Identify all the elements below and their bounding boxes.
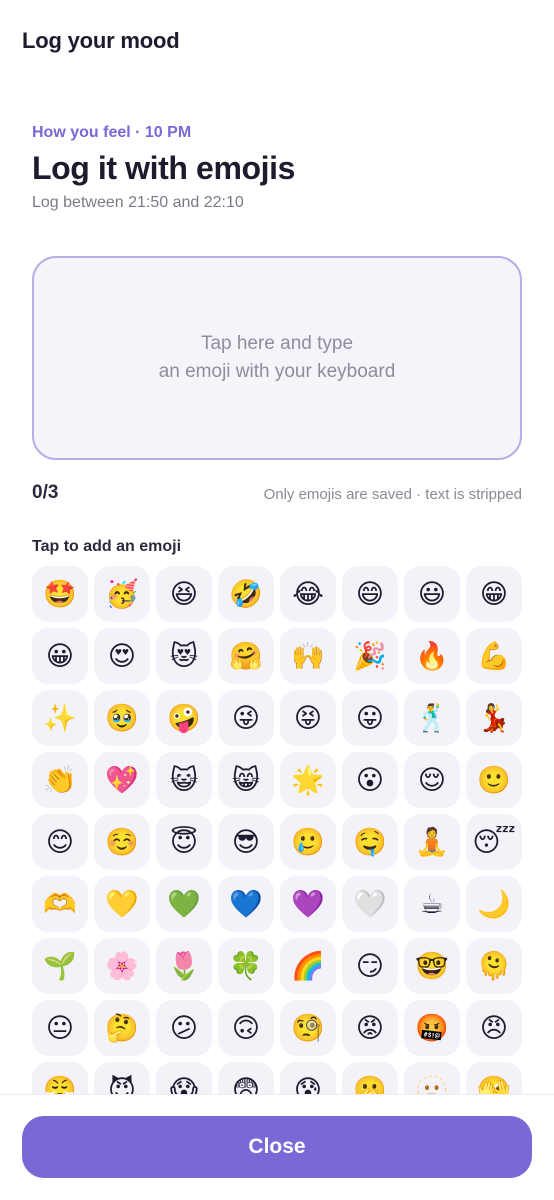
emoji-button[interactable]: 😝 (280, 690, 336, 746)
emoji-button[interactable]: 💜 (280, 876, 336, 932)
emoji-button[interactable]: 😍 (94, 628, 150, 684)
emoji-button[interactable]: 🧐 (280, 1000, 336, 1056)
log-window-text: Log between 21:50 and 22:10 (32, 194, 244, 211)
screen-title: Log your mood (22, 28, 180, 53)
emoji-button[interactable]: 😀 (32, 628, 88, 684)
emoji-button[interactable]: 🤍 (342, 876, 398, 932)
emoji-input-field[interactable]: Tap here and type an emoji with your key… (32, 256, 522, 460)
emoji-button[interactable]: 😛 (342, 690, 398, 746)
emoji-counter: 0/3 (32, 482, 59, 503)
emoji-button[interactable]: 💪 (466, 628, 522, 684)
emoji-picker-grid: 🤩 🥳 😆 🤣 😂 😄 😃 😁 😀 😍 😻 🤗 🙌 🎉 🔥 💪 ✨ 🥹 🤪 😜 😝 😛 🕺 💃 👏 💖 😺 😸 🌟 😮 😌 🙂 😊 ☺️ 😇 😎 🥲 🤤 🧘… (32, 566, 522, 1118)
emoji-button[interactable]: 💛 (94, 876, 150, 932)
emoji-button[interactable]: 😮 (342, 752, 398, 808)
emoji-button[interactable]: 🎉 (342, 628, 398, 684)
emoji-button[interactable]: 😠 (466, 1000, 522, 1056)
emoji-button[interactable]: 🤤 (342, 814, 398, 870)
emoji-button[interactable]: 🙂 (466, 752, 522, 808)
emoji-button[interactable]: 😺 (156, 752, 212, 808)
emoji-button[interactable]: 💖 (94, 752, 150, 808)
emoji-button[interactable]: 🥳 (94, 566, 150, 622)
emoji-button[interactable]: 🌱 (32, 938, 88, 994)
emoji-button[interactable]: 😊 (32, 814, 88, 870)
emoji-button[interactable]: 👏 (32, 752, 88, 808)
emoji-button[interactable]: 🤩 (32, 566, 88, 622)
emoji-button[interactable]: 😆 (156, 566, 212, 622)
emoji-button[interactable]: 😴 (466, 814, 522, 870)
emoji-button[interactable]: 🫠 (466, 938, 522, 994)
emoji-button[interactable]: 😄 (342, 566, 398, 622)
emoji-button[interactable]: 🌈 (280, 938, 336, 994)
emoji-button[interactable]: 🥹 (94, 690, 150, 746)
emoji-button[interactable]: 😃 (404, 566, 460, 622)
picker-label: Tap to add an emoji (32, 538, 182, 555)
emoji-button[interactable]: 🤓 (404, 938, 460, 994)
emoji-button[interactable]: 💚 (156, 876, 212, 932)
emoji-button[interactable]: ☕ (404, 876, 460, 932)
emoji-button[interactable]: ☺️ (94, 814, 150, 870)
emoji-button[interactable]: 😕 (156, 1000, 212, 1056)
emoji-button[interactable]: 😂 (280, 566, 336, 622)
emoji-button[interactable]: 😐 (32, 1000, 88, 1056)
emoji-button[interactable]: 😎 (218, 814, 274, 870)
emoji-button[interactable]: 🥲 (280, 814, 336, 870)
emoji-button[interactable]: 😡 (342, 1000, 398, 1056)
emoji-button[interactable]: 😸 (218, 752, 274, 808)
time-eyebrow: How you feel · 10 PM (32, 124, 192, 141)
emoji-button[interactable]: 😇 (156, 814, 212, 870)
emoji-button[interactable]: 😏 (342, 938, 398, 994)
emoji-button[interactable]: 🤔 (94, 1000, 150, 1056)
emoji-button[interactable]: 😜 (218, 690, 274, 746)
emoji-button[interactable]: 🤣 (218, 566, 274, 622)
close-button[interactable]: Close (22, 1116, 532, 1178)
emoji-button[interactable]: 🫶 (32, 876, 88, 932)
emoji-button[interactable]: 🙃 (218, 1000, 274, 1056)
mood-log-screen: Log your mood How you feel · 10 PM Log i… (0, 0, 554, 1200)
input-hint: Only emojis are saved · text is stripped (263, 486, 522, 503)
emoji-button[interactable]: 🍀 (218, 938, 274, 994)
emoji-button[interactable]: 😁 (466, 566, 522, 622)
page-title: Log it with emojis (32, 150, 296, 186)
emoji-button[interactable]: 🙌 (280, 628, 336, 684)
input-placeholder-line-2: an emoji with your keyboard (158, 361, 396, 382)
emoji-button[interactable]: 🌸 (94, 938, 150, 994)
emoji-button[interactable]: 🤪 (156, 690, 212, 746)
emoji-button[interactable]: 🌙 (466, 876, 522, 932)
emoji-button[interactable]: 🤗 (218, 628, 274, 684)
emoji-button[interactable]: 🔥 (404, 628, 460, 684)
emoji-button[interactable]: ✨ (32, 690, 88, 746)
emoji-button[interactable]: 🌷 (156, 938, 212, 994)
emoji-button[interactable]: 😌 (404, 752, 460, 808)
emoji-button[interactable]: 🕺 (404, 690, 460, 746)
emoji-button[interactable]: 😻 (156, 628, 212, 684)
emoji-button[interactable]: 💃 (466, 690, 522, 746)
emoji-button[interactable]: 💙 (218, 876, 274, 932)
emoji-button[interactable]: 🧘 (404, 814, 460, 870)
emoji-button[interactable]: 🌟 (280, 752, 336, 808)
input-placeholder-line-1: Tap here and type (200, 333, 354, 354)
emoji-button[interactable]: 🤬 (404, 1000, 460, 1056)
